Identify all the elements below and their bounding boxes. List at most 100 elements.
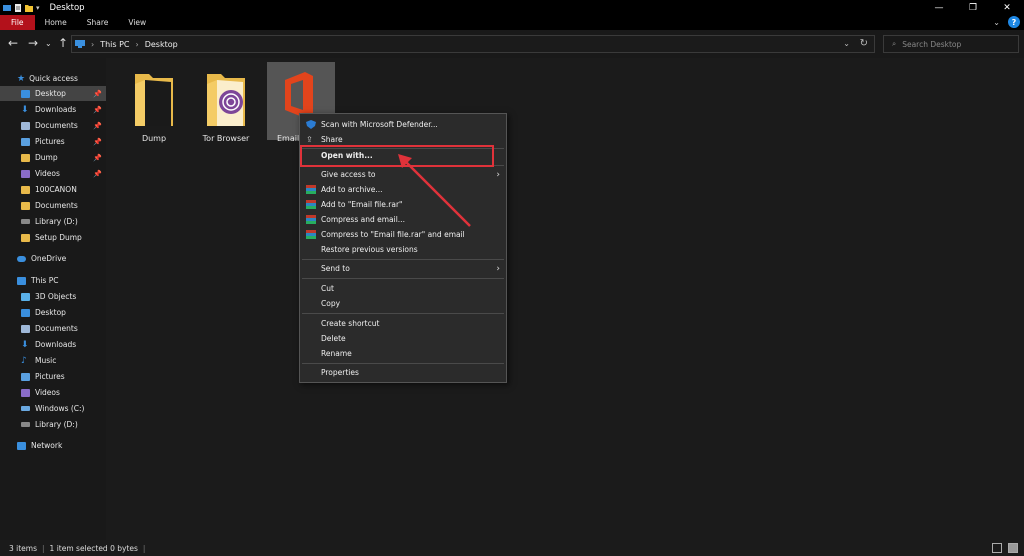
tor-folder-icon <box>207 74 245 126</box>
sidebar-item-desktop[interactable]: Desktop 📌 <box>0 86 106 101</box>
item-count: 3 items <box>9 543 38 553</box>
details-view-icon[interactable] <box>992 543 1002 553</box>
address-bar[interactable]: › This PC › Desktop ⌄ ↻ <box>71 35 875 53</box>
sidebar-item-pc-videos[interactable]: Videos <box>0 385 106 400</box>
sidebar-item-3d-objects[interactable]: 3D Objects <box>0 289 106 304</box>
sidebar-item-onedrive[interactable]: OneDrive <box>0 251 106 266</box>
menu-item-cut[interactable]: Cut <box>300 281 506 296</box>
sidebar-item-quick-access[interactable]: ★ Quick access <box>0 71 106 86</box>
back-icon[interactable]: ← <box>8 36 18 50</box>
chevron-right-icon: › <box>135 39 139 49</box>
tab-share[interactable]: Share <box>77 15 119 30</box>
menu-item-delete[interactable]: Delete <box>300 331 506 346</box>
pin-icon: 📌 <box>93 169 102 178</box>
sidebar-item-pc-documents[interactable]: Documents <box>0 321 106 336</box>
sidebar-item-network[interactable]: Network <box>0 438 106 453</box>
share-icon: ⇪ <box>306 135 313 144</box>
sidebar-item-windows-c[interactable]: Windows (C:) <box>0 401 106 416</box>
tab-file[interactable]: File <box>0 15 35 30</box>
menu-item-scan-defender[interactable]: Scan with Microsoft Defender... <box>300 117 506 132</box>
sidebar-item-pc-downloads[interactable]: ⬇ Downloads <box>0 337 106 352</box>
large-icons-view-icon[interactable] <box>1008 543 1018 553</box>
tab-home[interactable]: Home <box>35 15 77 30</box>
expand-ribbon-icon[interactable]: ⌄ <box>993 18 1000 27</box>
menu-item-rename[interactable]: Rename <box>300 346 506 361</box>
sidebar-item-pictures[interactable]: Pictures 📌 <box>0 134 106 149</box>
network-icon <box>17 441 26 450</box>
menu-separator <box>302 259 504 260</box>
menu-item-restore-versions[interactable]: Restore previous versions <box>300 242 506 257</box>
drive-icon <box>21 422 30 427</box>
sidebar-item-pc-desktop[interactable]: Desktop <box>0 305 106 320</box>
help-icon[interactable]: ? <box>1008 16 1020 28</box>
pin-icon: 📌 <box>93 137 102 146</box>
folder-icon <box>21 185 30 194</box>
status-separator: | <box>42 543 45 553</box>
quick-access-toolbar: ▾ <box>0 3 40 12</box>
pin-icon: 📌 <box>93 89 102 98</box>
tab-view[interactable]: View <box>118 15 156 30</box>
documents-icon <box>21 324 30 333</box>
3d-objects-icon <box>21 292 30 301</box>
status-bar: 3 items | 1 item selected 0 bytes | <box>0 540 1024 556</box>
pictures-icon <box>21 372 30 381</box>
menu-item-compress-email[interactable]: Compress and email... <box>300 212 506 227</box>
menu-separator <box>302 278 504 279</box>
menu-item-copy[interactable]: Copy <box>300 296 506 311</box>
breadcrumb-this-pc[interactable]: This PC <box>100 40 129 49</box>
sidebar-item-pc-pictures[interactable]: Pictures <box>0 369 106 384</box>
search-icon: ⌕ <box>892 39 897 48</box>
sidebar-item-library-d[interactable]: Library (D:) <box>0 214 106 229</box>
properties-icon[interactable] <box>14 3 22 12</box>
pictures-icon <box>21 137 30 146</box>
menu-item-add-to-archive[interactable]: Add to archive... <box>300 182 506 197</box>
restore-button[interactable]: ❐ <box>956 0 990 15</box>
close-button[interactable]: ✕ <box>990 0 1024 15</box>
sidebar-item-pc-library-d[interactable]: Library (D:) <box>0 417 106 432</box>
winrar-icon <box>306 185 316 194</box>
sidebar-item-videos[interactable]: Videos 📌 <box>0 166 106 181</box>
drive-icon <box>21 406 30 411</box>
search-input[interactable]: ⌕ Search Desktop <box>883 35 1019 53</box>
file-item-tor-browser[interactable]: Tor Browser <box>192 64 260 143</box>
ribbon-tabs: File Home Share View ⌄ ? <box>0 15 1024 30</box>
sidebar-item-this-pc[interactable]: This PC <box>0 273 106 288</box>
address-dropdown-icon[interactable]: ⌄ <box>843 39 850 48</box>
videos-icon <box>21 169 30 178</box>
sidebar-item-dump[interactable]: Dump 📌 <box>0 150 106 165</box>
sidebar-item-music[interactable]: ♪ Music <box>0 353 106 368</box>
pin-icon: 📌 <box>93 121 102 130</box>
menu-item-add-to-rar[interactable]: Add to "Email file.rar" <box>300 197 506 212</box>
sidebar-item-documents-folder[interactable]: Documents <box>0 198 106 213</box>
forward-icon[interactable]: → <box>28 36 38 50</box>
winrar-icon <box>306 230 316 239</box>
sidebar-item-setup-dump[interactable]: Setup Dump <box>0 230 106 245</box>
refresh-icon[interactable]: ↻ <box>860 38 868 49</box>
file-item-dump[interactable]: Dump <box>120 64 188 143</box>
winrar-icon <box>306 215 316 224</box>
folder-icon <box>21 233 30 242</box>
new-folder-icon[interactable] <box>25 4 33 12</box>
file-view[interactable]: Dump Tor Browser Email <box>106 58 1024 540</box>
sidebar-item-downloads[interactable]: ⬇ Downloads 📌 <box>0 102 106 117</box>
customize-toolbar-icon[interactable]: ▾ <box>36 4 40 12</box>
menu-item-give-access[interactable]: Give access to › <box>300 167 506 182</box>
menu-item-properties[interactable]: Properties <box>300 365 506 380</box>
recent-locations-icon[interactable]: ⌄ <box>45 39 52 48</box>
chevron-right-icon: › <box>91 39 95 49</box>
breadcrumb-desktop[interactable]: Desktop <box>145 40 178 49</box>
menu-item-create-shortcut[interactable]: Create shortcut <box>300 316 506 331</box>
folder-icon <box>21 201 30 210</box>
this-pc-icon <box>17 276 26 285</box>
download-icon: ⬇ <box>21 104 29 115</box>
minimize-button[interactable]: — <box>922 0 956 15</box>
defender-icon <box>306 120 316 129</box>
pin-icon: 📌 <box>93 105 102 114</box>
sidebar-item-100canon[interactable]: 100CANON <box>0 182 106 197</box>
menu-item-send-to[interactable]: Send to › <box>300 261 506 276</box>
up-icon[interactable]: ↑ <box>58 36 68 50</box>
title-bar: ▾ Desktop — ❐ ✕ <box>0 0 1024 15</box>
winrar-icon <box>306 200 316 209</box>
sidebar-item-documents[interactable]: Documents 📌 <box>0 118 106 133</box>
menu-item-compress-rar-email[interactable]: Compress to "Email file.rar" and email <box>300 227 506 242</box>
